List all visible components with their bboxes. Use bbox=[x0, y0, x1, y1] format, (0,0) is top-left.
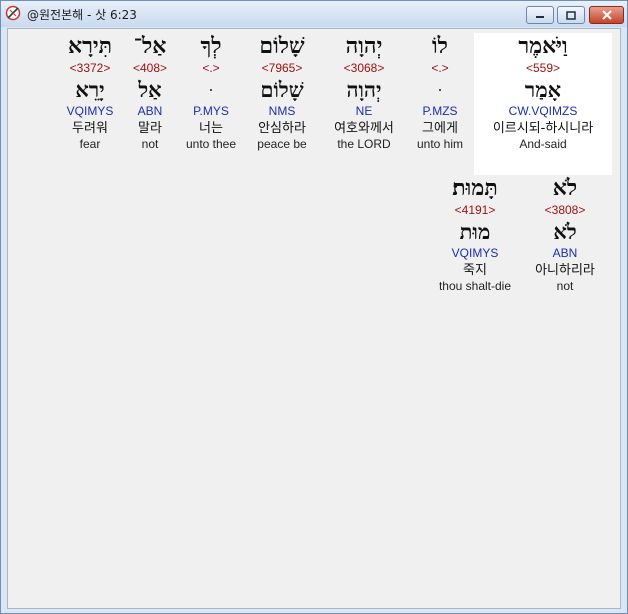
korean-gloss: 이르시되-하시니라 bbox=[492, 121, 594, 136]
hebrew-word: וַיֹּאמֶר bbox=[518, 33, 568, 59]
app-window: @원전본해 - 삿 6:23 וַיֹּאמֶר <559> אָמַר CW.… bbox=[0, 0, 628, 614]
morphology: VQIMYS bbox=[451, 246, 499, 260]
morphology: ABN bbox=[552, 246, 578, 260]
lemma: ּ bbox=[408, 78, 472, 102]
korean-gloss: 그에게 bbox=[422, 121, 458, 136]
maximize-icon bbox=[566, 10, 576, 20]
strong-number: <3068> bbox=[343, 61, 385, 75]
word-lo[interactable]: לוֹ <.> ּ P.MZS 그에게 unto him bbox=[408, 33, 472, 152]
title-bar[interactable]: @원전본해 - 삿 6:23 bbox=[1, 1, 627, 27]
hebrew-word: אַל־ bbox=[133, 33, 167, 59]
hebrew-word: לֹא bbox=[552, 175, 578, 201]
lemma: יָרֵא bbox=[75, 77, 105, 102]
korean-gloss: 안심하라 bbox=[258, 121, 306, 136]
word-vayomer[interactable]: וַיֹּאמֶר <559> אָמַר CW.VQIMZS 이르시되-하시니… bbox=[474, 33, 612, 175]
strong-number: <3808> bbox=[544, 203, 586, 217]
hebrew-word: שָׁלוֹם bbox=[259, 33, 305, 59]
strong-number: <559> bbox=[525, 61, 561, 75]
close-icon bbox=[601, 10, 612, 20]
word-tira[interactable]: תִּירָא <3372> יָרֵא VQIMYS 두려워 fear bbox=[58, 33, 122, 152]
strong-number: <408> bbox=[132, 61, 168, 75]
english-gloss: the LORD bbox=[337, 137, 391, 151]
morphology: VQIMYS bbox=[66, 104, 114, 118]
korean-gloss: 여호와께서 bbox=[334, 121, 394, 136]
strong-number: <4191> bbox=[454, 203, 496, 217]
word-yhwh[interactable]: יְהוָה <3068> יְהוָה NE 여호와께서 the LORD bbox=[322, 33, 406, 152]
lemma: ּ bbox=[180, 78, 242, 102]
english-gloss: And-said bbox=[519, 137, 567, 151]
english-gloss: unto thee bbox=[185, 137, 237, 151]
maximize-button[interactable] bbox=[557, 6, 585, 24]
hebrew-word: לְךָ bbox=[200, 33, 222, 59]
english-gloss: not bbox=[141, 137, 159, 151]
english-gloss: not bbox=[556, 279, 574, 293]
lemma: יְהוָה bbox=[346, 77, 382, 102]
word-al[interactable]: אַל־ <408> אַל ABN 말라 not bbox=[124, 33, 176, 152]
morphology: NMS bbox=[268, 104, 296, 118]
english-gloss: thou shalt-die bbox=[438, 279, 512, 293]
korean-gloss: 죽지 bbox=[463, 263, 487, 278]
lemma: אָמַר bbox=[524, 77, 562, 102]
korean-gloss: 두려워 bbox=[72, 121, 108, 136]
morphology: P.MYS bbox=[193, 104, 229, 118]
hebrew-word: תָּמוּת׃ bbox=[452, 175, 498, 201]
lemma: מוּת bbox=[459, 219, 491, 244]
strong-number: <3372> bbox=[69, 61, 111, 75]
strong-number: <.> bbox=[202, 61, 220, 75]
english-gloss: unto him bbox=[416, 137, 464, 151]
morphology: P.MZS bbox=[422, 104, 458, 118]
korean-gloss: 너는 bbox=[199, 121, 223, 136]
morphology: NE bbox=[355, 104, 373, 118]
morphology: CW.VQIMZS bbox=[508, 104, 578, 118]
minimize-button[interactable] bbox=[526, 6, 554, 24]
korean-gloss: 말라 bbox=[138, 121, 162, 136]
word-tamut[interactable]: תָּמוּת׃ <4191> מוּת VQIMYS 죽지 thou shal… bbox=[430, 175, 520, 294]
morphology: ABN bbox=[137, 104, 163, 118]
hebrew-word: לוֹ bbox=[432, 33, 448, 59]
window-title: @원전본해 - 삿 6:23 bbox=[27, 8, 137, 22]
word-lekha[interactable]: לְךָ <.> ּ P.MYS 너는 unto thee bbox=[180, 33, 242, 152]
hebrew-word: יְהוָה bbox=[345, 33, 383, 59]
english-gloss: fear bbox=[79, 137, 101, 151]
lemma: לֹא bbox=[553, 219, 577, 244]
strong-number: <7965> bbox=[261, 61, 303, 75]
lemma: שָׁלוֹם bbox=[260, 77, 304, 102]
hebrew-word: תִּירָא bbox=[67, 33, 113, 59]
interlinear-view: וַיֹּאמֶר <559> אָמַר CW.VQIMZS 이르시되-하시니… bbox=[7, 28, 621, 609]
lemma: אַל bbox=[138, 77, 162, 102]
korean-gloss: 아니하리라 bbox=[535, 263, 595, 278]
strong-number: <.> bbox=[431, 61, 449, 75]
word-shalom[interactable]: שָׁלוֹם <7965> שָׁלוֹם NMS 안심하라 peace be bbox=[244, 33, 320, 152]
app-logo-icon bbox=[5, 5, 21, 21]
english-gloss: peace be bbox=[257, 137, 307, 151]
close-button[interactable] bbox=[589, 6, 624, 24]
minimize-icon bbox=[536, 16, 544, 18]
word-lo-negation[interactable]: לֹא <3808> לֹא ABN 아니하리라 not bbox=[522, 175, 608, 294]
